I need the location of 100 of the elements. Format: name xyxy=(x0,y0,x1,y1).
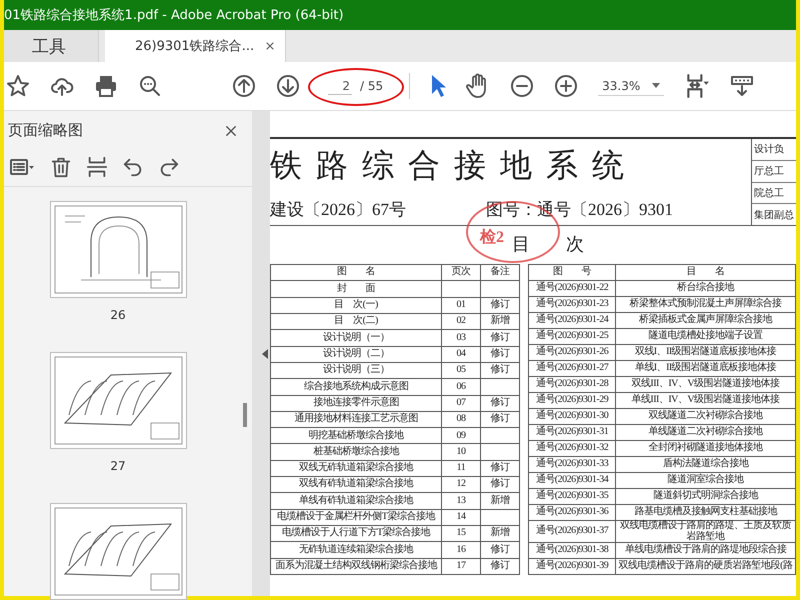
table-cell: 桥梁插板式金属声屏障综合接地 xyxy=(616,312,796,328)
scrollbar-thumb[interactable] xyxy=(243,403,247,427)
table-cell: 双线电缆槽设于路肩的路堤、土质及软质岩路堑地 xyxy=(616,520,796,542)
table-cell: 06 xyxy=(442,378,480,395)
table-cell: 通号(2026)9301-29 xyxy=(528,392,616,408)
table-cell: 电缆槽设于金属栏杆外侧T梁综合接地 xyxy=(270,509,442,526)
table-cell: 通号(2026)9301-33 xyxy=(528,456,616,472)
table-cell: 桩基础桥墩综合接地 xyxy=(270,444,442,460)
table-cell: 双线III、IV、V级围岩隧道接地体接 xyxy=(616,376,796,392)
table-cell: 隧道电缆槽处接地端子设置 xyxy=(616,328,796,344)
star-icon[interactable] xyxy=(6,74,30,98)
trash-icon[interactable] xyxy=(50,156,72,178)
table-cell: 双线有砟轨道箱梁综合接地 xyxy=(270,476,442,493)
table-cell: 修订 xyxy=(480,476,520,493)
up-arrow-icon[interactable] xyxy=(232,74,256,98)
tab-label[interactable]: 工具 xyxy=(32,34,88,58)
table-cell: 综合接地系统构成示意图 xyxy=(270,378,442,395)
document-title: 铁路综合接地系统 xyxy=(270,146,639,185)
zoom-dropdown[interactable]: 33.3% xyxy=(598,76,664,96)
caret-icon xyxy=(652,83,660,88)
search-icon[interactable] xyxy=(138,74,162,98)
printer-icon[interactable] xyxy=(94,74,118,98)
column-header: 目 名 xyxy=(616,264,796,280)
options-icon[interactable] xyxy=(8,156,36,178)
table-cell: 通号(2026)9301-25 xyxy=(528,328,616,344)
table-cell: 通号(2026)9301-28 xyxy=(528,376,616,392)
table-cell: 通号(2026)9301-35 xyxy=(528,488,616,504)
table-cell: 04 xyxy=(442,346,480,362)
table-cell: 单线有砟轨道箱梁综合接地 xyxy=(270,492,442,510)
table-cell: 01 xyxy=(442,297,480,314)
table-cell: 隧道洞室综合接地 xyxy=(616,472,796,488)
table-cell: 11 xyxy=(442,460,480,477)
table-cell: 09 xyxy=(442,428,480,444)
zoom-in-icon[interactable] xyxy=(554,74,578,98)
table-cell: 无砟轨道连续箱梁综合接地 xyxy=(270,542,442,558)
table-cell: 通号(2026)9301-31 xyxy=(528,424,616,440)
table-cell: 双线隧道二次衬砌综合接地 xyxy=(616,408,796,424)
table-cell: 双线I、II级围岩隧道底板接地体接 xyxy=(616,344,796,360)
table-cell: 通号(2026)9301-38 xyxy=(528,542,616,558)
table-cell: 修订 xyxy=(480,411,520,428)
table-cell: 10 xyxy=(442,444,480,460)
table-cell: 通号(2026)9301-34 xyxy=(528,472,616,488)
table-cell: 目 次(一) xyxy=(270,297,442,314)
table-cell: 通号(2026)9301-26 xyxy=(528,344,616,360)
table-cell: 单线III、IV、V级围岩隧道接地体接 xyxy=(616,392,796,408)
table-cell: 通号(2026)9301-36 xyxy=(528,504,616,520)
redo-icon[interactable] xyxy=(158,156,180,178)
table-cell: 单线隧道二次衬砌综合接地 xyxy=(616,424,796,440)
scroll-mode-icon[interactable] xyxy=(730,74,754,98)
table-cell: 修订 xyxy=(480,460,520,477)
page-count: / 55 xyxy=(360,79,384,93)
table-cell: 双线无砟轨道箱梁综合接地 xyxy=(270,460,442,477)
column-header: 页次 xyxy=(442,264,480,281)
table-cell: 02 xyxy=(442,313,480,330)
undo-icon[interactable] xyxy=(122,156,144,178)
table-cell: 桥梁整体式预制混凝土声屏障综合接 xyxy=(616,296,796,312)
table-cell: 通号(2026)9301-24 xyxy=(528,312,616,328)
table-cell: 08 xyxy=(442,411,480,428)
table-cell: 03 xyxy=(442,330,480,346)
table-cell: 16 xyxy=(442,542,480,558)
table-cell: 隧道斜切式明洞综合接地 xyxy=(616,488,796,504)
table-cell: 07 xyxy=(442,395,480,412)
tab-label[interactable]: 26)9301铁路综合... xyxy=(135,37,254,55)
column-header: 备注 xyxy=(480,264,520,281)
table-cell: 盾构法隧道综合接地 xyxy=(616,456,796,472)
zoom-out-icon[interactable] xyxy=(510,74,534,98)
table-cell: 通号(2026)9301-27 xyxy=(528,360,616,376)
down-arrow-icon[interactable] xyxy=(276,74,300,98)
table-cell: 封 面 xyxy=(270,280,442,298)
tab[interactable]: 26)9301铁路综合... xyxy=(105,30,286,62)
signoff-label: 集团副总 xyxy=(753,208,795,223)
page-thumbnail[interactable] xyxy=(50,503,186,600)
table-cell: 面系为混凝土结构双线钢桁梁综合接地 xyxy=(270,558,442,574)
table-cell: 修订 xyxy=(480,297,520,314)
contents-heading: 目 次 xyxy=(512,233,584,256)
table-cell: 单线I、II级围岩隧道底板接地体接 xyxy=(616,360,796,376)
select-tool-icon[interactable] xyxy=(430,74,446,98)
table-cell: 05 xyxy=(442,362,480,379)
approval-number: 建设〔2026〕67号 xyxy=(270,199,406,221)
table-cell: 通号(2026)9301-23 xyxy=(528,296,616,312)
insert-page-icon[interactable] xyxy=(86,156,108,178)
page-fit-icon[interactable] xyxy=(684,73,710,99)
page-thumbnail[interactable] xyxy=(50,201,186,298)
table-cell: 目 次(二) xyxy=(270,313,442,330)
close-icon[interactable] xyxy=(224,124,238,138)
table-cell: 12 xyxy=(442,476,480,493)
page-label: 27 xyxy=(110,459,126,473)
table-cell: 单线电缆槽设于路肩的路堤地段综合接 xyxy=(616,542,796,558)
table-cell: 新增 xyxy=(480,492,520,510)
table-cell: 通号(2026)9301-30 xyxy=(528,408,616,424)
tab[interactable]: 工具 xyxy=(4,30,99,62)
table-cell: 接地连接零件示意图 xyxy=(270,395,442,412)
column-header: 图 名 xyxy=(270,264,442,281)
table-cell: 双线电缆槽设于路肩的硬质岩路堑地段(路 xyxy=(616,558,796,574)
page-thumbnail[interactable] xyxy=(50,352,186,449)
table-cell: 新增 xyxy=(480,526,520,542)
window-title: 01铁路综合接地系统1.pdf - Adobe Acrobat Pro (64-bit) xyxy=(4,7,344,24)
table-cell: 明挖基础桥墩综合接地 xyxy=(270,428,442,444)
close-icon[interactable] xyxy=(265,41,275,51)
table-cell: 电缆槽设于人行道下方T梁综合接地 xyxy=(270,526,442,542)
